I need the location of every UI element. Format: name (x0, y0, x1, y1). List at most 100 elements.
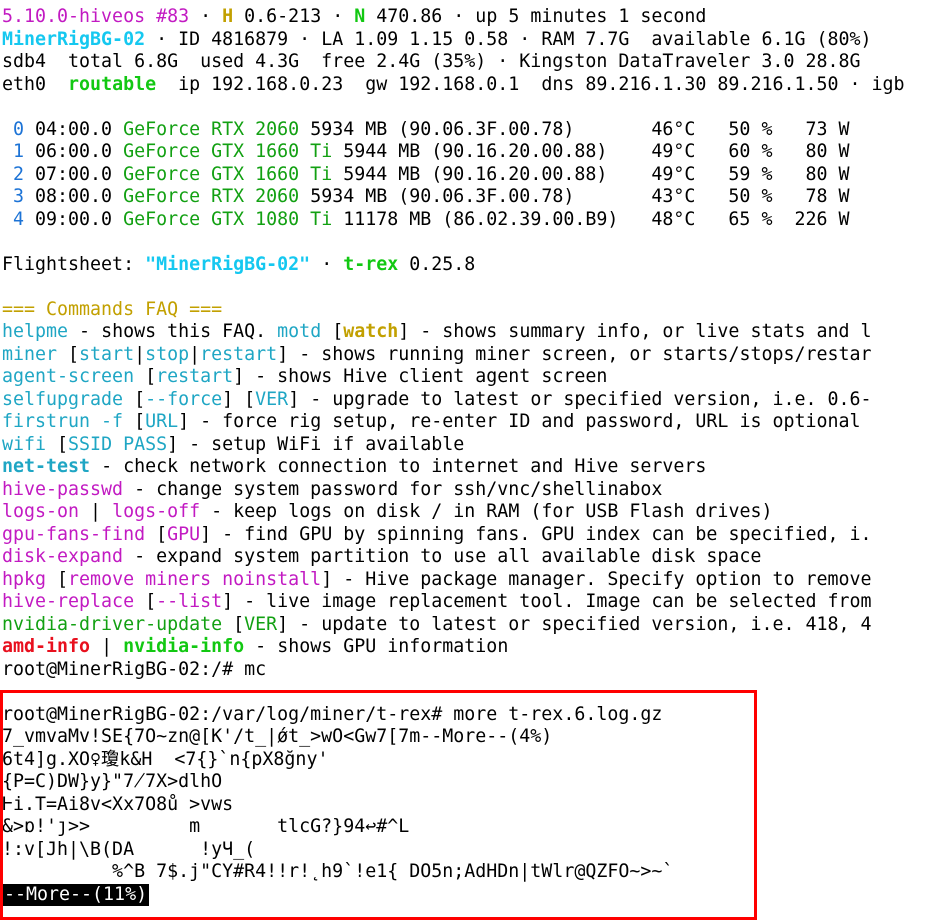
terminal-line: 0 04:00.0 GeForce RTX 2060 5934 MB (90.0… (2, 119, 933, 142)
terminal-line: 2 07:00.0 GeForce GTX 1660 Ti 5944 MB (9… (2, 164, 933, 187)
terminal-line: 5.10.0-hiveos #83 · H 0.6-213 · N 470.86… (2, 6, 933, 29)
terminal-text-segment: - keep logs on disk / in RAM (for USB Fl… (200, 501, 773, 522)
terminal-text-segment: 0.6-213 · (233, 6, 355, 27)
terminal-text-segment: - check network connection to internet a… (90, 456, 707, 477)
terminal-text-segment: hive-passwd (2, 478, 124, 500)
terminal-text-segment: amd-info (2, 636, 91, 657)
terminal-text-segment: remove miners noinstall (68, 568, 322, 590)
terminal-text-segment: 1 (2, 141, 25, 162)
terminal-line: Flightsheet: "MinerRigBG-02" · t-rex 0.2… (2, 254, 933, 277)
terminal-text-segment: nvidia-info (123, 636, 245, 657)
highlight-box (0, 690, 757, 920)
terminal-text-segment: 2 (2, 163, 25, 185)
terminal-text-segment: wifi (2, 433, 47, 455)
terminal-text-segment: [ (46, 433, 69, 455)
terminal-line: logs-on | logs-off - keep logs on disk /… (2, 501, 933, 524)
terminal-text-segment: | (79, 501, 113, 522)
terminal-text-segment: t-rex (343, 253, 399, 275)
terminal-text-segment: [ (57, 343, 80, 365)
terminal-text-segment: | (189, 343, 201, 365)
terminal-line: agent-screen [restart] - shows Hive clie… (2, 366, 933, 389)
terminal-text-segment: H (222, 6, 234, 27)
terminal-line: 1 06:00.0 GeForce GTX 1660 Ti 5944 MB (9… (2, 141, 933, 164)
terminal-text-segment: 04:00.0 (24, 118, 124, 140)
terminal-line: nvidia-driver-update [VER] - update to l… (2, 614, 933, 637)
terminal-text-segment: 5934 MB (90.06.3F.00.78) 43°C 50 % 78 W (299, 186, 850, 207)
terminal-line: firstrun -f [URL] - force rig setup, re-… (2, 411, 933, 434)
terminal-text-segment: [ (134, 591, 157, 612)
terminal-text-segment: GeForce RTX 2060 (123, 118, 300, 140)
terminal-text-segment: GeForce GTX 1660 Ti (123, 163, 333, 185)
terminal-text-segment: 470.86 · up 5 minutes 1 second (365, 6, 707, 27)
terminal-text-segment: net-test (2, 456, 91, 477)
terminal-text-segment: 0 (2, 118, 25, 140)
terminal-text-segment: logs-on (2, 501, 80, 522)
terminal-line: amd-info | nvidia-info - shows GPU infor… (2, 636, 933, 659)
terminal-text-segment: MinerRigBG-02 (2, 28, 146, 50)
terminal-text-segment: routable (68, 73, 157, 95)
terminal-text-segment: 5944 MB (90.16.20.00.88) 49°C 60 % 80 W (332, 141, 850, 162)
terminal-text-segment: URL (145, 411, 179, 432)
terminal-text-segment: miner (2, 343, 58, 365)
terminal-text-segment: [ (134, 366, 157, 387)
terminal-text-segment: disk-expand (2, 546, 124, 567)
terminal-text-segment: watch (343, 321, 399, 342)
terminal-text-segment: eth0 (2, 73, 69, 95)
terminal-text-segment: 06:00.0 (24, 141, 124, 162)
terminal-text-segment: - shows this FAQ. (68, 321, 278, 342)
terminal-text-segment: agent-screen (2, 366, 135, 387)
terminal-text-segment: motd (277, 321, 322, 342)
terminal-line: sdb4 total 6.8G used 4.3G free 2.4G (35%… (2, 51, 933, 74)
terminal-text-segment: - change system password for ssh/vnc/she… (123, 478, 663, 500)
terminal-text-segment: VER (244, 613, 278, 635)
terminal-text-segment: 3 (2, 186, 25, 207)
terminal-text-segment: ] - update to latest or specified versio… (277, 613, 872, 635)
terminal-text-segment: restart (200, 343, 278, 365)
terminal-line: 4 09:00.0 GeForce GTX 1080 Ti 11178 MB (… (2, 209, 933, 232)
terminal-text-segment: GeForce GTX 1080 Ti (123, 208, 333, 230)
terminal-text-segment: · ID 4816879 · LA 1.09 1.15 0.58 · RAM 7… (145, 28, 872, 50)
terminal-text-segment: ] - Hive package manager. Specify option… (321, 568, 872, 590)
terminal-text-segment: --force (145, 388, 223, 410)
terminal-text-segment: 4 (2, 208, 25, 230)
terminal-text-segment: [ (222, 613, 245, 635)
terminal-text-segment: 09:00.0 (24, 208, 124, 230)
terminal-text-segment: Flightsheet: (2, 253, 146, 275)
terminal-text-segment: ip 192.168.0.23 gw 192.168.0.1 dns 89.21… (156, 73, 905, 95)
terminal-text-segment: gpu-fans-find (2, 523, 146, 545)
terminal-text-segment: firstrun -f (2, 411, 124, 432)
terminal-text-segment: VER (255, 388, 289, 410)
terminal-text-segment: 07:00.0 (24, 163, 124, 185)
terminal-line: helpme - shows this FAQ. motd [watch] - … (2, 321, 933, 344)
terminal-text-segment: [ (145, 523, 168, 545)
terminal-line: net-test - check network connection to i… (2, 456, 933, 479)
terminal-text-segment: ] - shows Hive client agent screen (233, 366, 608, 387)
terminal-text-segment: ] - setup WiFi if available (167, 433, 465, 455)
terminal-text-segment: [ (321, 321, 344, 342)
terminal-line: wifi [SSID PASS] - setup WiFi if availab… (2, 434, 933, 457)
terminal-text-segment: selfupgrade (2, 388, 124, 410)
terminal-text-segment: · (310, 253, 344, 275)
terminal-text-segment: 5944 MB (90.16.20.00.88) 49°C 59 % 80 W (332, 163, 850, 185)
terminal-text-segment: · (189, 6, 223, 27)
terminal-text-segment: ] - shows summary info, or live stats an… (398, 321, 872, 342)
terminal-text-segment: | (134, 343, 146, 365)
terminal-line: === Commands FAQ === (2, 299, 933, 322)
terminal-text-segment: hpkg (2, 568, 47, 590)
terminal-text-segment: 5934 MB (90.06.3F.00.78) 46°C 50 % 73 W (299, 118, 850, 140)
terminal-line: gpu-fans-find [GPU] - find GPU by spinni… (2, 524, 933, 547)
terminal-text-segment: [ (123, 411, 146, 432)
terminal-line: root@MinerRigBG-02:/# mc (2, 659, 933, 682)
terminal-text-segment: 11178 MB (86.02.39.00.B9) 48°C 65 % 226 … (332, 208, 850, 230)
terminal-text-segment: ] - live image replacement tool. Image c… (222, 591, 872, 612)
terminal-text-segment: nvidia-driver-update (2, 613, 223, 635)
terminal-text-segment: | (90, 636, 124, 657)
terminal-line: hpkg [remove miners noinstall] - Hive pa… (2, 569, 933, 592)
terminal-text-segment: === Commands FAQ === (2, 298, 223, 320)
terminal-text-segment: SSID PASS (68, 433, 168, 455)
terminal-text-segment: [ (123, 388, 146, 410)
terminal-text-segment: stop (145, 343, 190, 365)
terminal-line: disk-expand - expand system partition to… (2, 546, 933, 569)
terminal-text-segment: hive-replace (2, 591, 135, 612)
